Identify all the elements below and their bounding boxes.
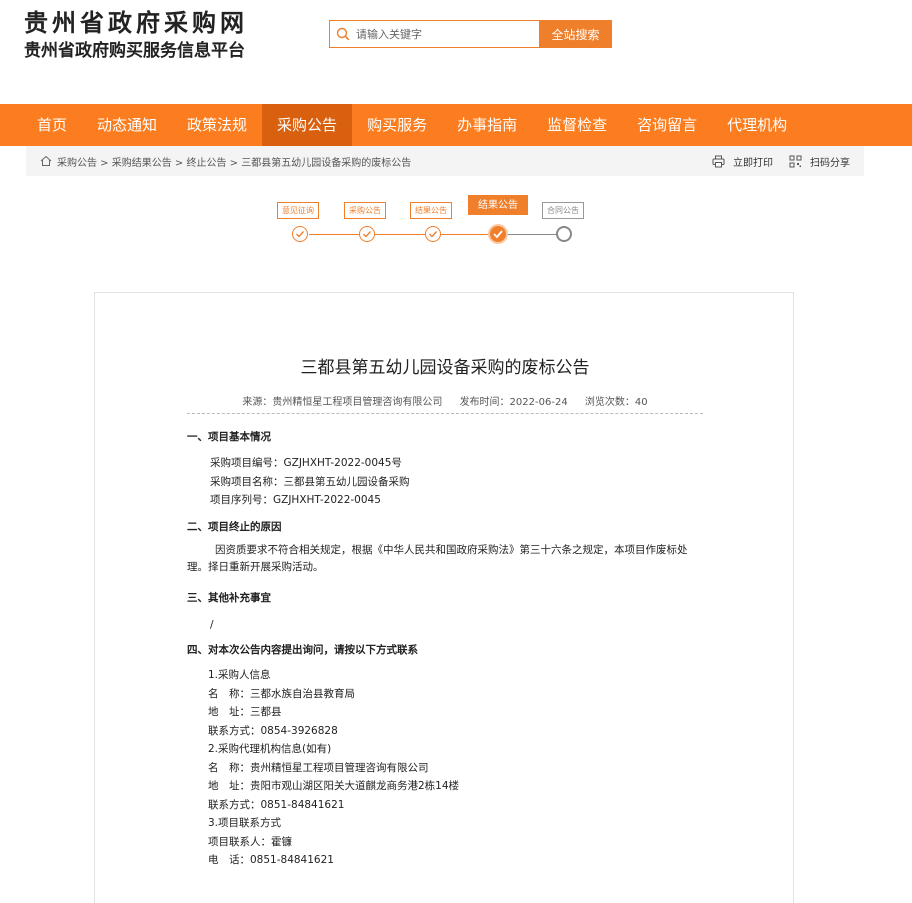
qr-code-icon	[789, 155, 802, 167]
nav-item-purchase-service[interactable]: 购买服务	[352, 104, 442, 146]
step-done-marker	[292, 226, 308, 242]
article-source: 来源：贵州精恒星工程项目管理咨询有限公司	[242, 397, 443, 408]
main-nav: 首页 动态通知 政策法规 采购公告 购买服务 办事指南 监督检查 咨询留言 代理…	[0, 104, 912, 146]
breadcrumb[interactable]: 采购公告 > 采购结果公告 > 终止公告 > 三都县第五幼儿园设备采购的废标公告	[57, 154, 411, 169]
search-box	[329, 20, 539, 48]
article-panel: 三都县第五幼儿园设备采购的废标公告 来源：贵州精恒星工程项目管理咨询有限公司 发…	[94, 292, 794, 903]
print-button[interactable]: 立即打印	[712, 154, 773, 169]
page-title: 三都县第五幼儿园设备采购的废标公告	[300, 358, 590, 378]
contact-line: 联系方式：0854-3926828	[208, 724, 338, 737]
other-notes: /	[210, 618, 214, 631]
contact-line: 地 址：三都县	[208, 706, 282, 718]
page-tools: 立即打印 扫码分享	[696, 154, 864, 169]
contact-line: 名 称：三都水族自治县教育局	[208, 687, 355, 700]
site-search-button[interactable]: 全站搜索	[539, 20, 612, 48]
step-done-marker	[359, 226, 375, 242]
site-logo[interactable]: 贵州省政府采购网 贵州省政府购买服务信息平台	[24, 8, 248, 63]
contact-line: 电 话：0851-84841621	[208, 854, 334, 866]
section-heading: 一、项目基本情况	[187, 431, 271, 443]
contact-line: 2.采购代理机构信息(如有)	[208, 743, 332, 755]
step-connector	[375, 234, 425, 235]
project-number: 采购项目编号：GZJHXHT-2022-0045号	[210, 457, 402, 469]
logo-subtitle: 贵州省政府购买服务信息平台	[24, 41, 245, 61]
progress-steps: 意见征询 采购公告 结果公告 结果公告 合同公告	[0, 190, 912, 250]
termination-reason: 因资质要求不符合相关规定，根据《中华人民共和国政府采购法》第三十六条之规定，本项…	[187, 543, 688, 573]
printer-icon	[712, 155, 725, 167]
step-label-result-current[interactable]: 结果公告	[468, 195, 528, 215]
nav-item-agency[interactable]: 代理机构	[712, 104, 802, 146]
contact-line: 3.项目联系方式	[208, 817, 282, 829]
step-done-marker	[425, 226, 441, 242]
nav-item-procurement-notice[interactable]: 采购公告	[262, 104, 353, 146]
check-icon	[363, 231, 372, 238]
check-icon	[493, 230, 503, 239]
share-button[interactable]: 扫码分享	[789, 154, 850, 169]
share-label: 扫码分享	[810, 157, 850, 169]
contact-line: 1.采购人信息	[208, 669, 271, 681]
check-icon	[429, 231, 438, 238]
check-icon	[296, 231, 305, 238]
step-connector	[309, 234, 359, 235]
nav-item-home[interactable]: 首页	[22, 104, 82, 146]
project-serial: 项目序列号：GZJHXHT-2022-0045	[210, 494, 381, 506]
home-icon[interactable]	[40, 155, 52, 167]
contact-line: 地 址：贵阳市观山湖区阳关大道麒龙商务港2栋14楼	[208, 780, 460, 792]
nav-item-guide[interactable]: 办事指南	[442, 104, 532, 146]
nav-item-consult[interactable]: 咨询留言	[622, 104, 712, 146]
article-body: 一、项目基本情况 采购项目编号：GZJHXHT-2022-0045号 采购项目名…	[187, 427, 703, 870]
article-views: 浏览次数：40	[584, 397, 648, 408]
contact-line: 名 称：贵州精恒星工程项目管理咨询有限公司	[208, 761, 429, 774]
search-bar: 全站搜索	[329, 20, 612, 48]
contact-line: 项目联系人：霍镰	[208, 835, 292, 848]
breadcrumb-bar: 采购公告 > 采购结果公告 > 终止公告 > 三都县第五幼儿园设备采购的废标公告…	[26, 146, 864, 176]
step-connector	[441, 234, 489, 235]
title-divider	[187, 413, 703, 414]
nav-item-supervision[interactable]: 监督检查	[532, 104, 622, 146]
step-label-consultation[interactable]: 意见征询	[277, 202, 319, 219]
section-heading: 二、项目终止的原因	[187, 520, 282, 533]
search-input[interactable]	[356, 27, 526, 41]
step-label-procurement[interactable]: 采购公告	[344, 202, 386, 219]
step-label-contract[interactable]: 合同公告	[542, 202, 584, 219]
step-label-result[interactable]: 结果公告	[410, 202, 452, 219]
section-heading: 三、其他补充事宜	[187, 591, 271, 604]
print-label: 立即打印	[733, 157, 773, 169]
step-pending-marker	[556, 226, 572, 242]
logo-title: 贵州省政府采购网	[24, 8, 248, 37]
nav-item-news[interactable]: 动态通知	[82, 104, 172, 146]
search-icon	[336, 27, 350, 41]
step-current-marker	[488, 224, 508, 244]
step-connector	[508, 234, 556, 235]
project-name: 采购项目名称：三都县第五幼儿园设备采购	[210, 475, 410, 488]
article-meta: 来源：贵州精恒星工程项目管理咨询有限公司 发布时间：2022-06-24 浏览次…	[95, 393, 795, 408]
article-publish-time: 发布时间：2022-06-24	[459, 397, 568, 408]
section-heading: 四、对本次公告内容提出询问，请按以下方式联系	[187, 644, 418, 656]
nav-item-policy[interactable]: 政策法规	[172, 104, 262, 146]
contact-line: 联系方式：0851-84841621	[208, 798, 345, 811]
